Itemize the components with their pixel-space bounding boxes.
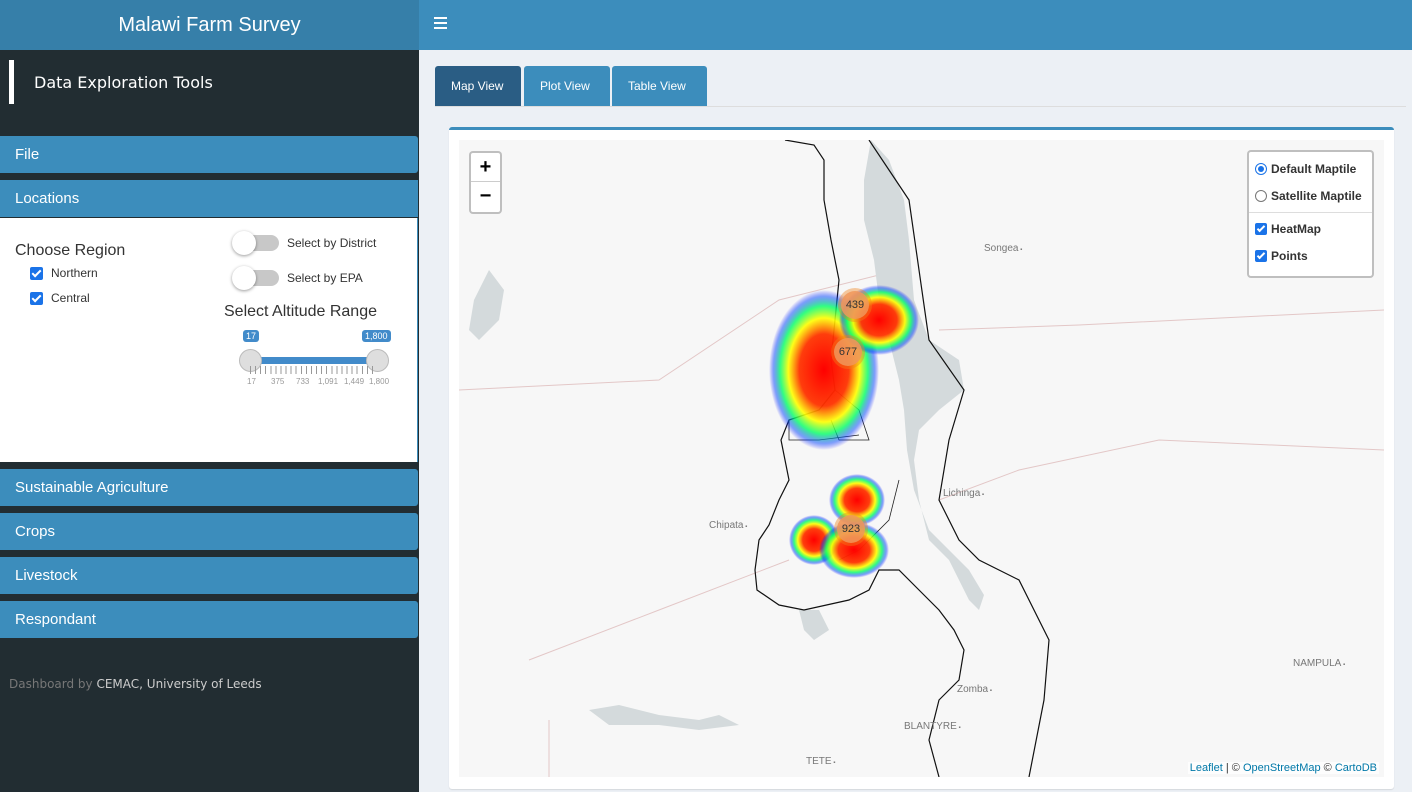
footer-credit: Dashboard by CEMAC, University of Leeds — [9, 677, 262, 691]
choose-region-label: Choose Region — [15, 242, 126, 259]
place-lichinga: Lichinga — [943, 488, 984, 499]
layer-default-label: Default Maptile — [1271, 162, 1357, 176]
locations-panel: Choose Region Northern Central Select by… — [0, 218, 418, 462]
attribution-sep: © — [1320, 762, 1335, 774]
checkbox-central[interactable] — [30, 291, 43, 305]
cluster-count: 439 — [841, 291, 869, 319]
select-by-district[interactable]: Select by District — [232, 231, 377, 255]
district-toggle-label: Select by District — [287, 236, 377, 250]
osm-link[interactable]: OpenStreetMap — [1243, 762, 1321, 774]
tick-label: 1,091 — [318, 377, 339, 386]
section-livestock[interactable]: Livestock — [0, 557, 418, 594]
tick-label: 1,449 — [344, 377, 365, 386]
tick-label: 733 — [296, 377, 310, 386]
epa-toggle[interactable] — [232, 266, 279, 290]
altitude-title: Select Altitude Range — [224, 303, 377, 320]
place-songea: Songea — [984, 243, 1022, 254]
layer-satellite-maptile[interactable]: Satellite Maptile — [1255, 189, 1362, 203]
attribution-sep: | © — [1222, 762, 1243, 774]
checkbox-northern[interactable] — [30, 266, 43, 280]
tab-table-view[interactable]: Table View — [612, 66, 707, 106]
cluster-count: 923 — [837, 515, 865, 543]
leaflet-link[interactable]: Leaflet — [1190, 762, 1223, 774]
app-title: Malawi Farm Survey — [0, 0, 419, 50]
top-navbar — [419, 0, 1412, 50]
map-basemap — [459, 140, 1384, 777]
map-attribution: Leaflet | © OpenStreetMap © CartoDB — [1187, 762, 1379, 774]
altitude-min-label: 17 — [243, 330, 260, 342]
cartodb-link[interactable]: CartoDB — [1335, 762, 1377, 774]
region-northern[interactable]: Northern — [30, 266, 98, 280]
footer-prefix: Dashboard by — [9, 677, 93, 691]
cluster-marker[interactable]: 677 — [831, 335, 865, 369]
section-sustainable-agriculture[interactable]: Sustainable Agriculture — [0, 469, 418, 506]
section-crops[interactable]: Crops — [0, 513, 418, 550]
sidebar-title: Data Exploration Tools — [9, 60, 213, 104]
district-toggle[interactable] — [232, 231, 279, 255]
place-zomba: Zomba — [957, 684, 992, 695]
tab-plot-view[interactable]: Plot View — [524, 66, 610, 106]
zoom-out-button[interactable]: − — [471, 182, 500, 211]
cluster-count: 677 — [834, 338, 862, 366]
tick-label: 1,800 — [369, 377, 390, 386]
place-tete: TETE — [806, 756, 835, 767]
map[interactable]: Songea Lichinga Chipata NAMPULA Zomba BL… — [459, 140, 1384, 777]
checkbox-heatmap[interactable] — [1255, 223, 1267, 235]
altitude-slider[interactable]: 17 1,800 17 375 733 1,091 1,449 1,800 — [239, 330, 391, 390]
tab-map-view[interactable]: Map View — [435, 66, 521, 106]
region-central[interactable]: Central — [30, 291, 90, 305]
section-file[interactable]: File — [0, 136, 418, 173]
altitude-range-bar — [250, 357, 377, 364]
cluster-marker[interactable]: 923 — [834, 512, 868, 546]
section-locations[interactable]: Locations — [0, 180, 418, 217]
checkbox-points[interactable] — [1255, 250, 1267, 262]
place-chipata: Chipata — [709, 520, 747, 531]
layer-points[interactable]: Points — [1255, 249, 1308, 263]
layer-points-label: Points — [1271, 249, 1308, 263]
layer-satellite-label: Satellite Maptile — [1271, 189, 1362, 203]
layer-heatmap[interactable]: HeatMap — [1255, 222, 1321, 236]
layers-control: Default Maptile Satellite Maptile HeatMa… — [1247, 150, 1374, 278]
region-central-label: Central — [51, 291, 90, 305]
sidebar: Data Exploration Tools File Locations Ch… — [0, 50, 419, 792]
place-blantyre: BLANTYRE — [904, 721, 961, 732]
region-northern-label: Northern — [51, 266, 98, 280]
cluster-marker[interactable]: 439 — [838, 288, 872, 322]
radio-satellite-maptile[interactable] — [1255, 190, 1267, 202]
menu-toggle-icon[interactable] — [434, 17, 447, 31]
footer-credit-name: CEMAC, University of Leeds — [96, 677, 262, 691]
altitude-max-label: 1,800 — [362, 330, 391, 342]
radio-default-maptile[interactable] — [1255, 163, 1267, 175]
layer-heatmap-label: HeatMap — [1271, 222, 1322, 236]
section-respondant[interactable]: Respondant — [0, 601, 418, 638]
tab-divider — [435, 106, 1406, 107]
layers-divider — [1249, 212, 1372, 213]
place-nampula: NAMPULA — [1293, 658, 1345, 669]
altitude-ticks — [250, 366, 377, 374]
zoom-control: + − — [469, 151, 502, 214]
tick-label: 17 — [247, 377, 256, 386]
tick-label: 375 — [271, 377, 285, 386]
layer-default-maptile[interactable]: Default Maptile — [1255, 162, 1356, 176]
epa-toggle-label: Select by EPA — [287, 271, 363, 285]
select-by-epa[interactable]: Select by EPA — [232, 266, 363, 290]
zoom-in-button[interactable]: + — [471, 153, 500, 182]
